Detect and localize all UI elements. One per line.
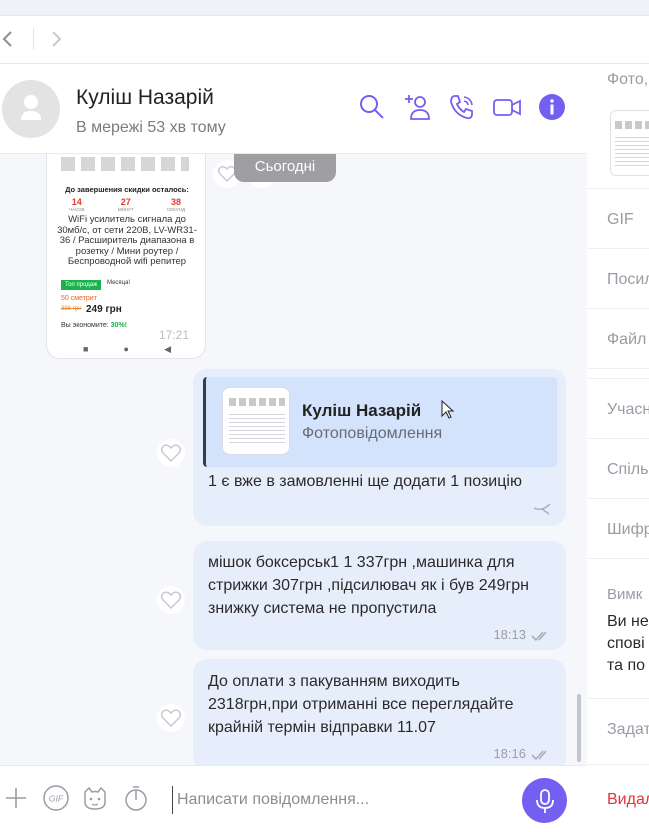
price: 249 грн — [86, 304, 122, 315]
heart-icon — [160, 444, 182, 463]
message-input[interactable] — [172, 786, 502, 814]
window-top-strip — [0, 0, 649, 16]
month-badge: Месяца! — [107, 280, 131, 286]
user-silhouette-icon — [21, 95, 41, 120]
nav-bar — [0, 16, 649, 64]
message-bubble[interactable]: До оплати з пакуванням виходить 2318грн,… — [193, 659, 566, 765]
info-sidebar: Фото, GIF Посил Файл Учасн Спіль Шифр Ви… — [588, 64, 649, 832]
message-text: До оплати з пакуванням виходить 2318грн,… — [208, 673, 514, 736]
search-icon[interactable] — [357, 92, 387, 122]
top-sales-badge: Топ продаж — [61, 280, 102, 290]
date-separator: Сьогодні — [234, 154, 336, 182]
product-description: WiFi усилитель сигнала до 30мб/с, от сет… — [57, 214, 197, 267]
like-button[interactable] — [157, 439, 185, 467]
voice-message-button[interactable] — [522, 778, 567, 823]
double-check-icon — [531, 631, 547, 642]
sidebar-item-links[interactable]: Посил — [607, 271, 649, 289]
avatar[interactable] — [2, 80, 60, 138]
reply-message-bubble[interactable]: Куліш Назарій Фотоповідомлення 1 є вже в… — [193, 369, 566, 526]
phone-nav-square-icon: ■ — [83, 344, 89, 354]
divider — [588, 498, 649, 499]
like-button[interactable] — [157, 586, 185, 614]
divider — [588, 248, 649, 249]
countdown-minutes: 27 МИНУТ — [117, 197, 134, 212]
message-time: 18:13 — [493, 627, 526, 642]
sidebar-item-mute[interactable]: Вимк — [607, 586, 642, 603]
heart-icon — [160, 591, 182, 610]
phone-nav-home-icon: ● — [123, 344, 129, 354]
phone-nav-bar: ■ ● ◀ — [83, 344, 171, 355]
message-text: мішок боксерськ1 1 337грн ,машинка для с… — [208, 554, 530, 617]
divider — [588, 698, 649, 699]
sidebar-item-photos[interactable]: Фото, — [607, 71, 648, 89]
message-composer: GIF — [0, 765, 587, 832]
delete-chat-button[interactable]: Видал — [607, 791, 649, 809]
divider — [588, 308, 649, 309]
forward-arrow-icon[interactable] — [44, 26, 70, 52]
contact-name[interactable]: Куліш Назарій — [76, 86, 214, 110]
sidebar-item-encryption[interactable]: Шифр — [607, 521, 649, 539]
timer-icon[interactable] — [122, 784, 150, 812]
message-list[interactable]: До завершения скидки осталось: 14 ЧАСОВ 2… — [0, 154, 587, 765]
heart-icon — [160, 709, 182, 728]
chat-panel: Куліш Назарій В мережі 53 хв тому До зав… — [0, 64, 587, 832]
message-time: 18:16 — [493, 746, 526, 761]
countdown-seconds: 38 СЕКУНД — [166, 197, 185, 212]
like-button[interactable] — [157, 704, 185, 732]
viber-window: Куліш Назарій В мережі 53 хв тому До зав… — [0, 0, 649, 832]
divider — [588, 378, 649, 379]
product-thumbnails — [61, 157, 189, 171]
mouse-cursor-icon — [441, 400, 455, 419]
old-price: 398 грн — [61, 306, 82, 312]
sidebar-photo-thumbnail[interactable] — [610, 110, 649, 176]
sending-status-icon — [533, 503, 551, 515]
sidebar-item-set[interactable]: Задат — [607, 721, 649, 739]
video-call-icon[interactable] — [492, 92, 522, 122]
countdown-hours: 14 ЧАСОВ — [69, 197, 85, 212]
sidebar-item-gif[interactable]: GIF — [607, 211, 634, 229]
phone-nav-back-icon: ◀ — [164, 344, 171, 354]
svg-text:GIF: GIF — [49, 794, 64, 804]
plus-icon[interactable] — [2, 784, 30, 812]
double-check-icon — [531, 750, 547, 761]
mute-description: Ви не спові та по — [607, 613, 649, 674]
quoted-sender-name: Куліш Назарій — [302, 401, 422, 420]
microphone-icon — [535, 788, 554, 813]
add-participant-icon[interactable] — [402, 92, 432, 122]
back-arrow-icon[interactable] — [0, 26, 22, 52]
sticker-icon[interactable] — [81, 784, 109, 812]
chat-header: Куліш Назарій В мережі 53 хв тому — [0, 64, 587, 154]
message-text: 1 є вже в замовленні ще додати 1 позицію — [208, 473, 522, 490]
divider — [588, 764, 649, 765]
nav-separator — [33, 28, 34, 50]
sidebar-item-participants[interactable]: Учасн — [607, 401, 649, 419]
savings: Вы экономите: 30%! — [61, 322, 127, 329]
gif-icon[interactable]: GIF — [42, 784, 70, 812]
contact-status: В мережі 53 хв тому — [76, 119, 226, 136]
phone-icon[interactable] — [447, 92, 477, 122]
divider — [588, 368, 649, 369]
message-bubble[interactable]: мішок боксерськ1 1 337грн ,машинка для с… — [193, 541, 566, 650]
divider — [588, 558, 649, 559]
quoted-message[interactable]: Куліш Назарій Фотоповідомлення — [203, 377, 557, 467]
sold-count: 50 сметрит — [61, 295, 97, 302]
info-icon[interactable] — [537, 92, 567, 122]
quoted-message-type: Фотоповідомлення — [302, 425, 443, 442]
divider — [588, 438, 649, 439]
sidebar-item-common-groups[interactable]: Спіль — [607, 461, 648, 479]
product-photo-message[interactable]: До завершения скидки осталось: 14 ЧАСОВ 2… — [46, 154, 206, 359]
photo-countdown-title: До завершения скидки осталось: — [65, 185, 189, 194]
sidebar-item-files[interactable]: Файл — [607, 331, 646, 349]
photo-timestamp: 17:21 — [159, 328, 190, 342]
countdown-timer: 14 ЧАСОВ 27 МИНУТ 38 СЕКУНД — [69, 197, 185, 212]
scrollbar-thumb[interactable] — [577, 694, 581, 762]
divider — [588, 188, 649, 189]
quoted-photo-thumbnail — [222, 387, 290, 455]
